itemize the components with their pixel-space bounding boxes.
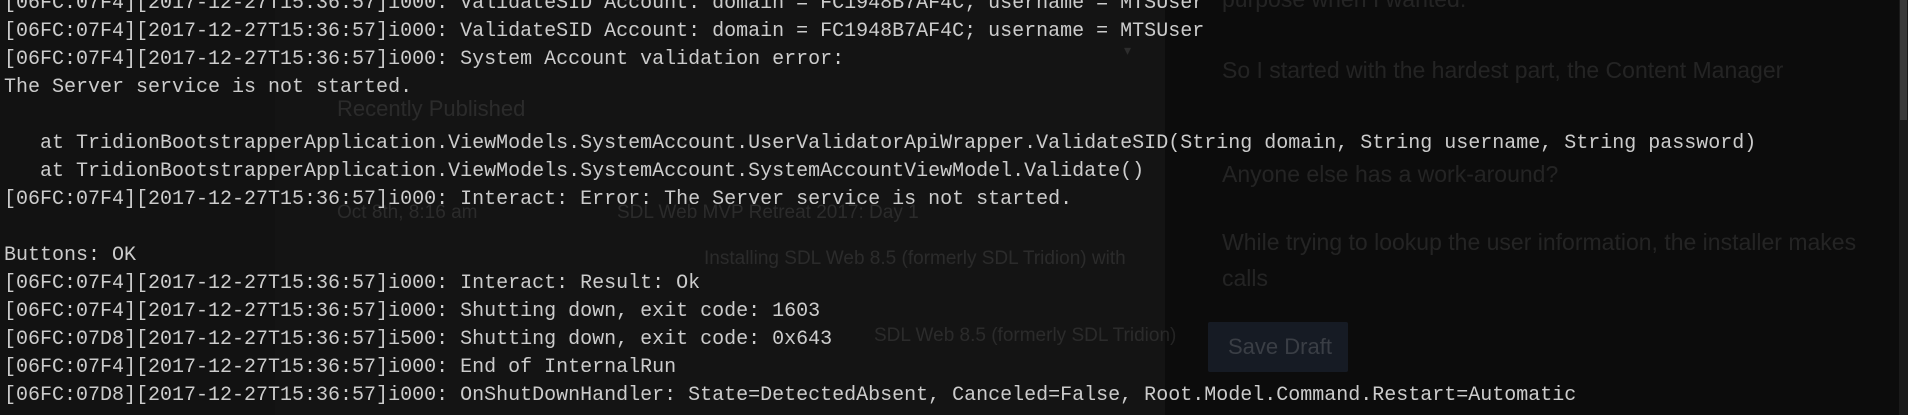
console-line: [06FC:07F4][2017-12-27T15:36:57]i000: Va… [4,0,1205,15]
console-line: at TridionBootstrapperApplication.ViewMo… [4,132,1757,155]
console-line: [06FC:07F4][2017-12-27T15:36:57]i000: Sy… [4,48,845,71]
scrollbar-thumb[interactable] [1900,0,1907,120]
console-line: Buttons: OK [4,244,137,267]
console-line: at TridionBootstrapperApplication.ViewMo… [4,160,1145,183]
console-line: [06FC:07D8][2017-12-27T15:36:57]i000: On… [4,384,1577,407]
vertical-scrollbar[interactable] [1899,0,1908,415]
console-output[interactable]: [06FC:07F4][2017-12-27T15:36:57]i000: Va… [0,0,1903,410]
console-line: [06FC:07F4][2017-12-27T15:36:57]i000: Sh… [4,300,821,323]
console-line: [06FC:07F4][2017-12-27T15:36:57]i000: In… [4,188,1073,211]
console-line: [06FC:07F4][2017-12-27T15:36:57]i000: Va… [4,20,1205,43]
console-line: [06FC:07F4][2017-12-27T15:36:57]i000: En… [4,356,677,379]
console-line: [06FC:07D8][2017-12-27T15:36:57]i500: Sh… [4,328,833,351]
console-line: [06FC:07F4][2017-12-27T15:36:57]i000: In… [4,272,701,295]
console-window: purpose when I wanted. ▾ Recently Publis… [0,0,1908,415]
console-line: The Server service is not started. [4,76,413,99]
